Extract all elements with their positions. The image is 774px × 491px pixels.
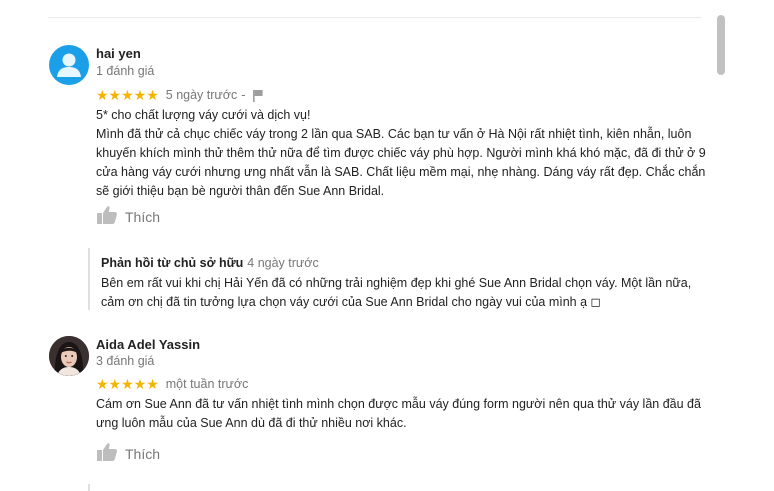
owner-reply-title: Phản hồi từ chủ sở hữu: [101, 256, 244, 270]
scrollbar-thumb[interactable]: [717, 15, 725, 75]
like-label: Thích: [125, 446, 161, 462]
owner-reply-header: Phản hồi từ chủ sở hữu 4 ngày trước: [101, 256, 319, 270]
reviewer-review-count[interactable]: 3 đánh giá: [96, 354, 154, 368]
reviewer-avatar[interactable]: [49, 336, 89, 376]
meta-separator: -: [241, 88, 246, 102]
owner-reply-text: Bên em rất vui khi chị Hải Yến đã có nhữ…: [101, 276, 692, 309]
star-rating: ★★★★★: [96, 87, 159, 103]
review-text-line: Mình đã thử cả chục chiếc váy trong 2 lầ…: [96, 127, 706, 198]
review-time: 5 ngày trước: [165, 88, 238, 102]
review-text-line: 5* cho chất lượng váy cưới và dịch vụ!: [96, 108, 311, 122]
review-meta: ★★★★★ 5 ngày trước -: [96, 87, 264, 103]
thumbs-up-icon: [96, 205, 118, 230]
profile-photo-icon: [49, 336, 89, 376]
review-text-line: Cám ơn Sue Ann đã tư vấn nhiệt tình mình…: [96, 397, 701, 430]
flag-icon[interactable]: [252, 89, 264, 102]
next-reply-border: [88, 484, 90, 491]
reviewer-review-count[interactable]: 1 đánh giá: [96, 64, 154, 78]
review-text: 5* cho chất lượng váy cưới và dịch vụ! M…: [96, 106, 706, 201]
scrollbar[interactable]: [714, 12, 728, 491]
reviewer-name[interactable]: hai yen: [96, 46, 141, 61]
review-time: một tuần trước: [165, 377, 249, 391]
owner-reply-time: 4 ngày trước: [247, 256, 319, 270]
person-icon: [57, 53, 81, 77]
review-meta: ★★★★★ một tuần trước: [96, 376, 248, 392]
like-button[interactable]: Thích: [96, 442, 161, 467]
reviewer-avatar[interactable]: [49, 45, 89, 85]
star-rating: ★★★★★: [96, 376, 159, 392]
thumbs-up-icon: [96, 442, 118, 467]
owner-reply: Phản hồi từ chủ sở hữu 4 ngày trước Bên e…: [88, 248, 707, 310]
reviewer-name[interactable]: Aida Adel Yassin: [96, 337, 200, 352]
review-text: Cám ơn Sue Ann đã tư vấn nhiệt tình mình…: [96, 395, 706, 433]
like-button[interactable]: Thích: [96, 205, 161, 230]
like-label: Thích: [125, 209, 161, 225]
top-divider: [48, 17, 702, 18]
